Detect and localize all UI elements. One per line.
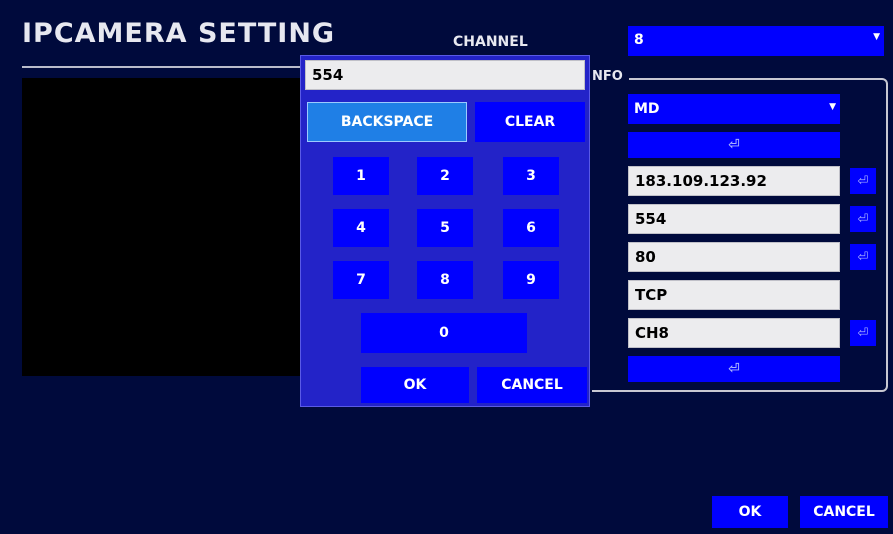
key-1-button[interactable]: 1 bbox=[333, 157, 389, 195]
channel-label: CHANNEL bbox=[453, 34, 528, 50]
enter-icon: ⏎ bbox=[728, 361, 740, 377]
rtsp-port-field[interactable]: 554 bbox=[628, 204, 840, 234]
mode-select[interactable]: MD ▼ bbox=[628, 94, 840, 124]
enter-icon: ⏎ bbox=[857, 249, 869, 265]
ip-address-enter-button[interactable]: ⏎ bbox=[850, 168, 876, 194]
apply-enter-button[interactable]: ⏎ bbox=[628, 356, 840, 382]
backspace-button[interactable]: BACKSPACE bbox=[307, 102, 467, 142]
protocol-value: TCP bbox=[635, 286, 668, 304]
key-0-button[interactable]: 0 bbox=[361, 313, 527, 353]
key-7-button[interactable]: 7 bbox=[333, 261, 389, 299]
channel-name-field[interactable]: CH8 bbox=[628, 318, 840, 348]
enter-icon: ⏎ bbox=[857, 211, 869, 227]
enter-icon: ⏎ bbox=[857, 325, 869, 341]
http-port-value: 80 bbox=[635, 248, 656, 266]
search-enter-button[interactable]: ⏎ bbox=[628, 132, 840, 158]
channel-select[interactable]: 8 ▼ bbox=[628, 26, 884, 56]
enter-icon: ⏎ bbox=[728, 137, 740, 153]
protocol-field[interactable]: TCP bbox=[628, 280, 840, 310]
rtsp-port-value: 554 bbox=[635, 210, 667, 228]
clear-button[interactable]: CLEAR bbox=[475, 102, 585, 142]
enter-icon: ⏎ bbox=[857, 173, 869, 189]
rtsp-port-enter-button[interactable]: ⏎ bbox=[850, 206, 876, 232]
key-6-button[interactable]: 6 bbox=[503, 209, 559, 247]
key-8-button[interactable]: 8 bbox=[417, 261, 473, 299]
key-2-button[interactable]: 2 bbox=[417, 157, 473, 195]
cancel-button[interactable]: CANCEL bbox=[800, 496, 888, 528]
chevron-down-icon: ▼ bbox=[873, 32, 880, 42]
ok-button[interactable]: OK bbox=[712, 496, 788, 528]
key-4-button[interactable]: 4 bbox=[333, 209, 389, 247]
title-divider bbox=[22, 66, 300, 68]
numeric-keypad: 554 BACKSPACE CLEAR 1 2 3 4 5 6 7 8 9 0 … bbox=[300, 55, 590, 407]
key-3-button[interactable]: 3 bbox=[503, 157, 559, 195]
key-5-button[interactable]: 5 bbox=[417, 209, 473, 247]
page-title: IPCAMERA SETTING bbox=[22, 18, 336, 49]
channel-name-enter-button[interactable]: ⏎ bbox=[850, 320, 876, 346]
channel-name-value: CH8 bbox=[635, 324, 669, 342]
chevron-down-icon: ▼ bbox=[829, 102, 836, 112]
keypad-cancel-button[interactable]: CANCEL bbox=[477, 367, 587, 403]
camera-preview bbox=[22, 78, 304, 376]
key-9-button[interactable]: 9 bbox=[503, 261, 559, 299]
ip-address-value: 183.109.123.92 bbox=[635, 172, 767, 190]
keypad-display[interactable]: 554 bbox=[305, 60, 585, 90]
http-port-field[interactable]: 80 bbox=[628, 242, 840, 272]
channel-value: 8 bbox=[634, 32, 644, 48]
http-port-enter-button[interactable]: ⏎ bbox=[850, 244, 876, 270]
mode-value: MD bbox=[634, 101, 660, 117]
ip-address-field[interactable]: 183.109.123.92 bbox=[628, 166, 840, 196]
keypad-ok-button[interactable]: OK bbox=[361, 367, 469, 403]
info-legend: NFO bbox=[592, 69, 629, 84]
